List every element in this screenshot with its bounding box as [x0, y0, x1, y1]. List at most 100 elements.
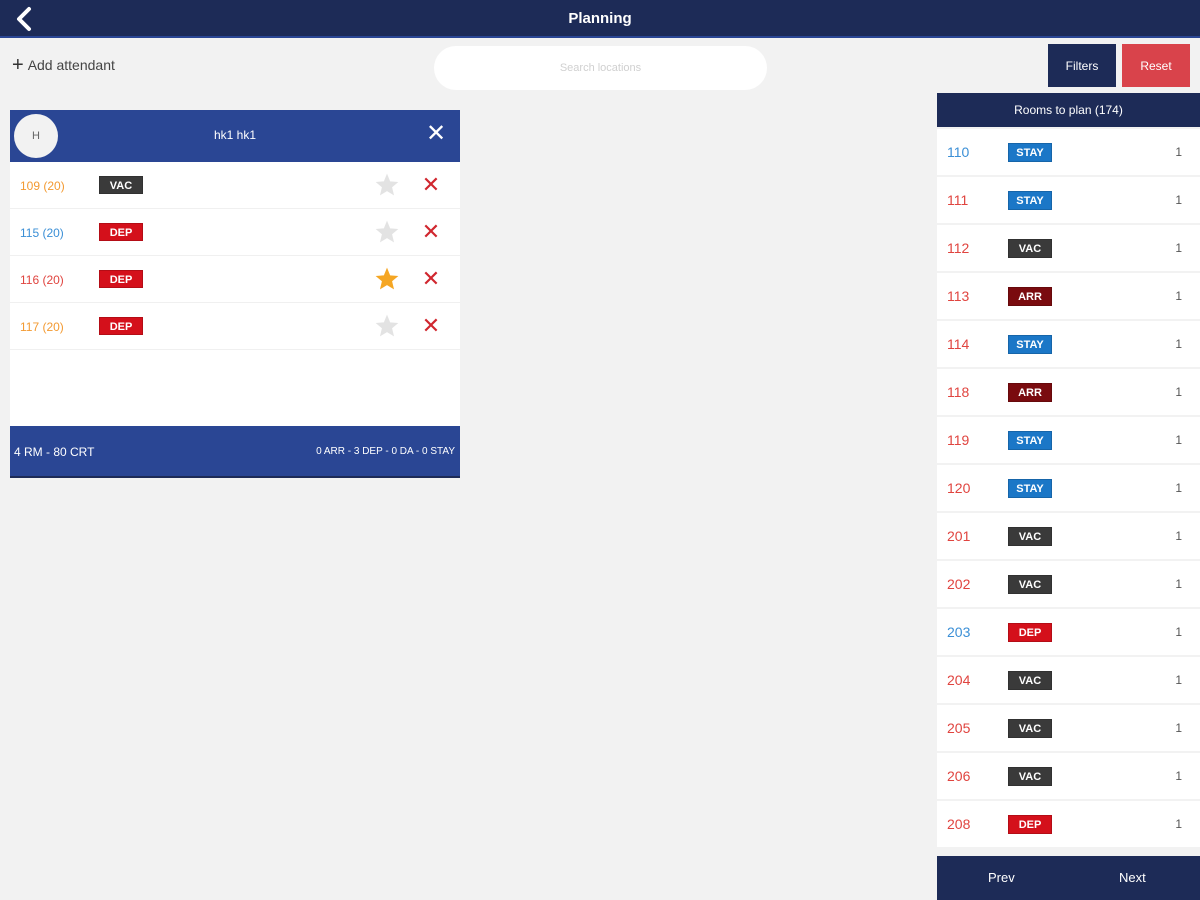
room-number: 203 [947, 624, 971, 640]
status-badge: DEP [99, 223, 143, 241]
table-row[interactable]: 114 STAY 1 [937, 321, 1200, 367]
table-row[interactable]: 119 STAY 1 [937, 417, 1200, 463]
table-row[interactable]: 205 VAC 1 [937, 705, 1200, 751]
prev-button[interactable]: Prev [988, 870, 1015, 885]
room-number: 118 [947, 384, 970, 400]
status-badge: STAY [1008, 191, 1052, 210]
status-badge: DEP [1008, 815, 1052, 834]
room-number: 111 [947, 192, 969, 208]
status-badge: VAC [99, 176, 143, 194]
attendant-card: H hk1 hk1 ✕ 109 (20) VAC ✕ 115 (20) DEP ✕ 116 … [10, 110, 460, 478]
table-row[interactable]: 201 VAC 1 [937, 513, 1200, 559]
rooms-list: 110 STAY 1 111 STAY 1 112 VAC 1 113 ARR 1 114 STAY 1 11… [937, 129, 1200, 847]
reset-button[interactable]: Reset [1122, 44, 1190, 87]
room-label: 109 (20) [20, 179, 65, 193]
table-row[interactable]: 203 DEP 1 [937, 609, 1200, 655]
table-row[interactable]: 112 VAC 1 [937, 225, 1200, 271]
status-badge: VAC [1008, 767, 1052, 786]
list-item[interactable]: 115 (20) DEP ✕ [10, 209, 460, 256]
star-icon[interactable] [374, 313, 400, 339]
room-number: 113 [947, 288, 970, 304]
status-badge: STAY [1008, 431, 1052, 450]
room-count: 1 [1175, 337, 1182, 351]
rooms-panel-title: Rooms to plan (174) [937, 93, 1200, 127]
room-number: 112 [947, 240, 970, 256]
status-badge: ARR [1008, 287, 1052, 306]
status-badge: VAC [1008, 719, 1052, 738]
room-number: 208 [947, 816, 971, 832]
room-count: 1 [1175, 577, 1182, 591]
table-row[interactable]: 208 DEP 1 [937, 801, 1200, 847]
summary-breakdown: 0 ARR - 3 DEP - 0 DA - 0 STAY [316, 446, 455, 457]
room-label: 117 (20) [20, 320, 64, 334]
table-row[interactable]: 111 STAY 1 [937, 177, 1200, 223]
remove-icon[interactable]: ✕ [420, 268, 442, 290]
room-count: 1 [1175, 721, 1182, 735]
room-count: 1 [1175, 433, 1182, 447]
attendant-summary: 4 RM - 80 CRT 0 ARR - 3 DEP - 0 DA - 0 S… [10, 426, 460, 478]
room-count: 1 [1175, 625, 1182, 639]
room-number: 205 [947, 720, 971, 736]
room-count: 1 [1175, 673, 1182, 687]
status-badge: DEP [99, 270, 143, 288]
status-badge: DEP [1008, 623, 1052, 642]
room-number: 202 [947, 576, 971, 592]
status-badge: VAC [1008, 239, 1052, 258]
attendant-name: hk1 hk1 [213, 128, 257, 142]
filters-button[interactable]: Filters [1048, 44, 1116, 87]
room-label: 115 (20) [20, 226, 64, 240]
attendant-card-header: H hk1 hk1 ✕ [10, 110, 460, 162]
add-attendant-label: Add attendant [27, 57, 115, 73]
summary-totals: 4 RM - 80 CRT [14, 445, 95, 459]
list-item[interactable]: 116 (20) DEP ✕ [10, 256, 460, 303]
room-count: 1 [1175, 145, 1182, 159]
table-row[interactable]: 120 STAY 1 [937, 465, 1200, 511]
room-count: 1 [1175, 769, 1182, 783]
table-row[interactable]: 110 STAY 1 [937, 129, 1200, 175]
close-icon[interactable]: ✕ [426, 122, 446, 146]
add-attendant-button[interactable]: + Add attendant [12, 55, 115, 75]
table-row[interactable]: 118 ARR 1 [937, 369, 1200, 415]
page-title: Planning [568, 10, 632, 27]
room-count: 1 [1175, 385, 1182, 399]
search-input[interactable] [434, 46, 767, 90]
room-count: 1 [1175, 529, 1182, 543]
remove-icon[interactable]: ✕ [420, 174, 442, 196]
room-number: 204 [947, 672, 971, 688]
room-count: 1 [1175, 817, 1182, 831]
room-number: 110 [947, 144, 970, 160]
room-number: 119 [947, 432, 970, 448]
room-count: 1 [1175, 241, 1182, 255]
pagination: Prev Next [937, 856, 1200, 900]
list-item[interactable]: 109 (20) VAC ✕ [10, 162, 460, 209]
status-badge: VAC [1008, 527, 1052, 546]
remove-icon[interactable]: ✕ [420, 221, 442, 243]
star-icon[interactable] [374, 172, 400, 198]
assigned-rooms-list: 109 (20) VAC ✕ 115 (20) DEP ✕ 116 (20) DEP ✕ 117 … [10, 162, 460, 350]
status-badge: VAC [1008, 671, 1052, 690]
room-number: 120 [947, 480, 971, 496]
room-number: 114 [947, 336, 970, 352]
remove-icon[interactable]: ✕ [420, 315, 442, 337]
status-badge: STAY [1008, 479, 1052, 498]
room-count: 1 [1175, 481, 1182, 495]
star-icon[interactable] [374, 266, 400, 292]
room-count: 1 [1175, 193, 1182, 207]
room-number: 206 [947, 768, 971, 784]
table-row[interactable]: 204 VAC 1 [937, 657, 1200, 703]
table-row[interactable]: 206 VAC 1 [937, 753, 1200, 799]
top-app-bar: Planning [0, 0, 1200, 38]
status-badge: STAY [1008, 143, 1052, 162]
table-row[interactable]: 202 VAC 1 [937, 561, 1200, 607]
status-badge: ARR [1008, 383, 1052, 402]
room-number: 201 [947, 528, 971, 544]
status-badge: STAY [1008, 335, 1052, 354]
table-row[interactable]: 113 ARR 1 [937, 273, 1200, 319]
status-badge: VAC [1008, 575, 1052, 594]
rooms-to-plan-panel: Rooms to plan (174) 110 STAY 1 111 STAY 1 112 V… [937, 93, 1200, 900]
star-icon[interactable] [374, 219, 400, 245]
next-button[interactable]: Next [1119, 870, 1146, 885]
status-badge: DEP [99, 317, 143, 335]
room-count: 1 [1175, 289, 1182, 303]
list-item[interactable]: 117 (20) DEP ✕ [10, 303, 460, 350]
